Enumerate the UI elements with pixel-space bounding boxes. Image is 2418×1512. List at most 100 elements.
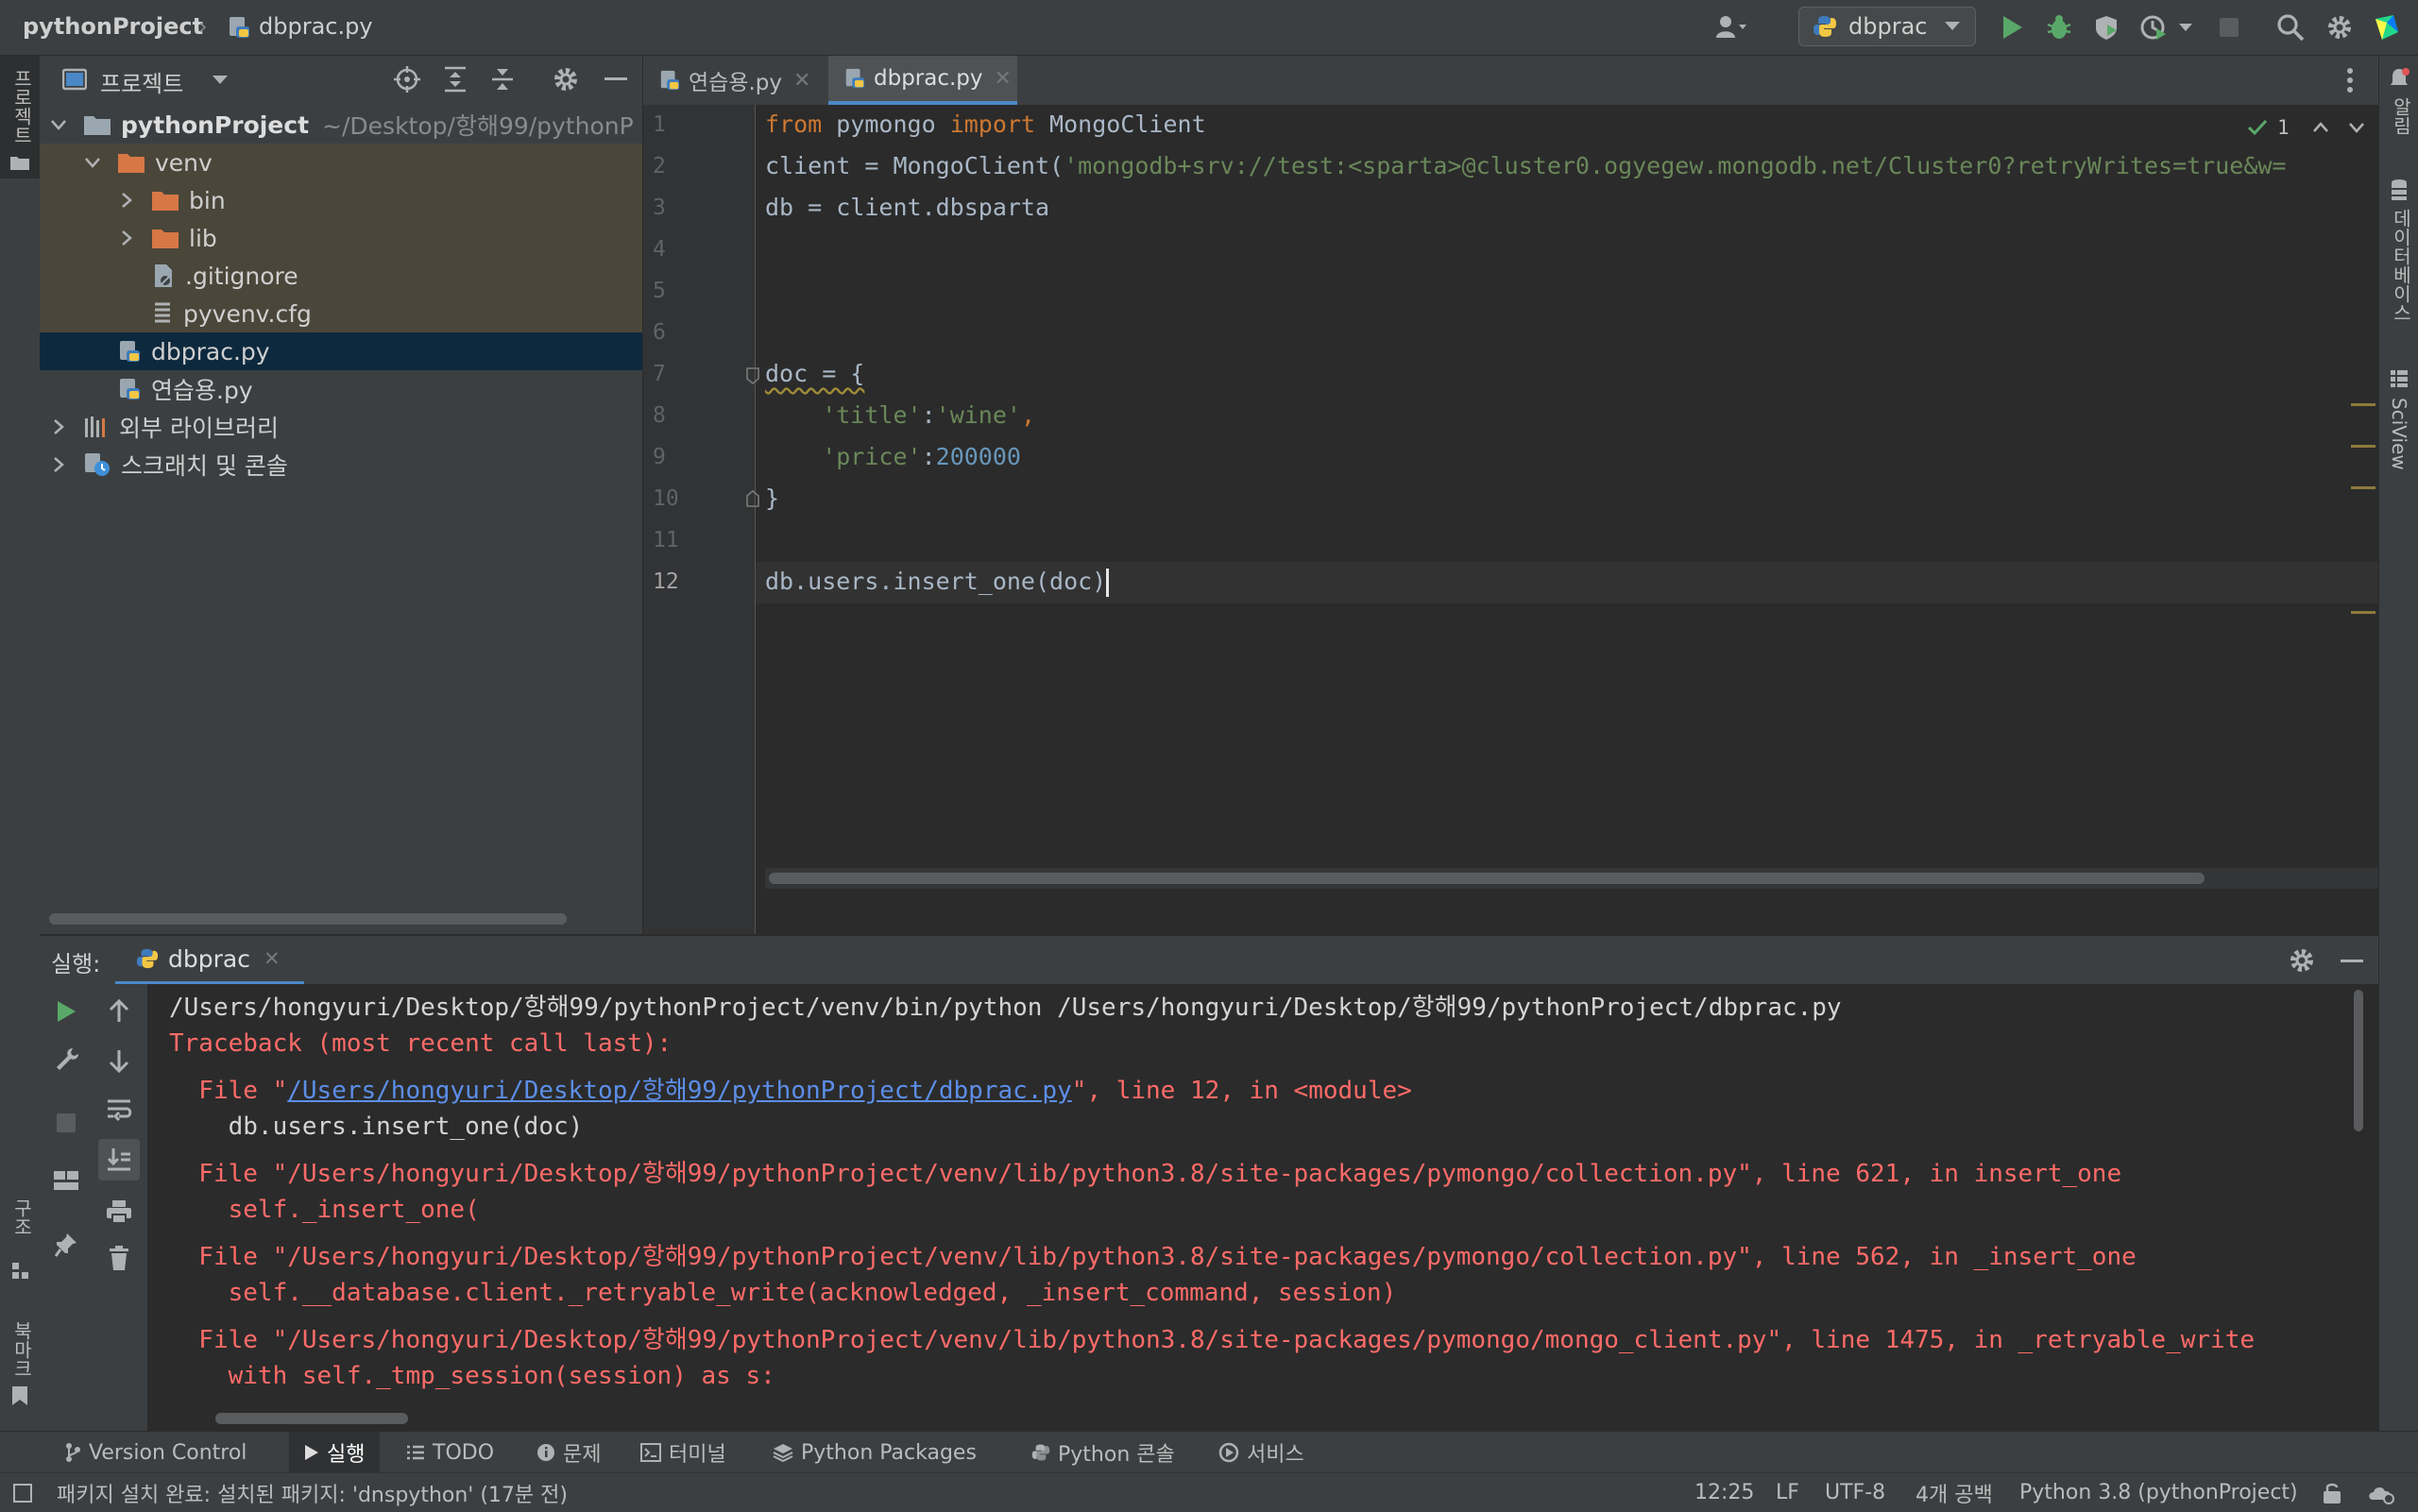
- tab-python-console[interactable]: Python 콘솔: [1031, 1432, 1175, 1473]
- tree-item-practice[interactable]: 연습용.py: [40, 370, 642, 408]
- right-tool-strip: 알림 데이터베이스 SciView: [2378, 56, 2418, 1431]
- inspection-widget[interactable]: 1: [2247, 116, 2365, 139]
- chevron-down-icon[interactable]: [2348, 122, 2365, 133]
- editor-tabs-bar: 연습용.py ✕ dbprac.py ✕: [643, 56, 2378, 106]
- tree-item-dbprac[interactable]: dbprac.py: [40, 332, 642, 370]
- hide-panel-minus-icon[interactable]: [2341, 959, 2363, 964]
- jetbrains-logo-icon[interactable]: [2371, 11, 2403, 43]
- breadcrumb-project[interactable]: pythonProject: [23, 13, 203, 40]
- search-icon[interactable]: [2274, 11, 2307, 43]
- chevron-up-icon[interactable]: [2312, 122, 2329, 133]
- line-number: 2: [653, 154, 666, 178]
- project-panel-title[interactable]: 프로젝트: [100, 65, 183, 98]
- warning-stripe-mark[interactable]: [2351, 403, 2375, 406]
- warning-stripe-mark[interactable]: [2351, 486, 2375, 489]
- tab-run[interactable]: 실행: [289, 1432, 381, 1473]
- tree-item-pyvenv[interactable]: pyvenv.cfg: [40, 295, 642, 332]
- lock-icon[interactable]: [2322, 1482, 2342, 1504]
- expand-all-icon[interactable]: [442, 65, 468, 93]
- close-tab-icon[interactable]: ✕: [793, 69, 810, 93]
- tree-item-gitignore[interactable]: .gitignore: [40, 257, 642, 295]
- tab-practice[interactable]: 연습용.py ✕: [643, 56, 828, 105]
- python-file-icon: [117, 377, 142, 401]
- editor-horizontal-scrollbar[interactable]: [769, 873, 2205, 884]
- caret-position[interactable]: 12:25: [1694, 1473, 1754, 1512]
- fold-marker-icon[interactable]: [745, 367, 760, 384]
- tab-label: 연습용.py: [689, 71, 783, 95]
- file-link[interactable]: /Users/hongyuri/Desktop/항해99/pythonProje…: [287, 1077, 1072, 1105]
- console-horizontal-scroll-track: [172, 1411, 2344, 1426]
- console-line: self.__database.client._retryable_write(…: [169, 1279, 1397, 1307]
- tree-item-bin[interactable]: bin: [40, 181, 642, 219]
- folder-icon: [151, 189, 179, 212]
- locate-target-icon[interactable]: [393, 65, 421, 93]
- database-tool-button[interactable]: 데이터베이스: [2379, 177, 2418, 394]
- tree-item-label: 연습용.py: [151, 377, 253, 404]
- tab-dbprac[interactable]: dbprac.py ✕: [828, 56, 1017, 105]
- run-config-selector[interactable]: dbprac: [1798, 7, 1976, 46]
- tab-python-packages[interactable]: Python Packages: [773, 1432, 977, 1473]
- warning-stripe-mark[interactable]: [2351, 445, 2375, 448]
- run-settings-gear-icon[interactable]: [2288, 946, 2316, 975]
- run-icon[interactable]: [1996, 11, 2028, 43]
- console-vertical-scrollbar[interactable]: [2354, 990, 2363, 1131]
- line-number: 9: [653, 445, 666, 469]
- tab-version-control[interactable]: Version Control: [64, 1432, 247, 1473]
- console-line: with self._tmp_session(session) as s:: [169, 1362, 775, 1390]
- stop-icon[interactable]: [2213, 11, 2245, 43]
- database-icon: [2390, 178, 2409, 201]
- python-interpreter[interactable]: Python 3.8 (pythonProject): [2019, 1473, 2298, 1512]
- close-tab-icon[interactable]: ✕: [995, 67, 1012, 91]
- code-token: ,: [1020, 401, 1036, 429]
- project-horizontal-scrollbar[interactable]: [49, 913, 567, 925]
- panel-settings-gear-icon[interactable]: [552, 65, 580, 93]
- panel-toggle-icon[interactable]: [13, 1484, 32, 1503]
- code-token: import: [949, 110, 1035, 138]
- bookmarks-tool-button[interactable]: 북마크: [0, 1321, 40, 1425]
- console-horizontal-scrollbar[interactable]: [215, 1413, 408, 1424]
- tab-problems[interactable]: 문제: [536, 1432, 601, 1473]
- more-run-chevron-icon[interactable]: [2178, 23, 2193, 33]
- file-encoding[interactable]: UTF-8: [1825, 1473, 1885, 1512]
- indent-setting[interactable]: 4개 공백: [1916, 1473, 1993, 1512]
- status-message[interactable]: 패키지 설치 완료: 설치된 패키지: 'dnspython' (17분 전): [57, 1473, 568, 1512]
- python-icon: [1813, 14, 1837, 39]
- python-file-icon: [117, 339, 142, 364]
- code-token: 200000: [935, 443, 1021, 470]
- tree-item-scratches[interactable]: 스크래치 및 콘솔: [40, 446, 642, 484]
- user-icon[interactable]: [1714, 11, 1746, 43]
- view-dropdown-icon[interactable]: [212, 75, 229, 86]
- tree-item-lib[interactable]: lib: [40, 219, 642, 257]
- run-tab-dbprac[interactable]: dbprac ✕: [115, 936, 304, 985]
- settings-gear-icon[interactable]: [2324, 11, 2356, 43]
- tab-label: 실행: [327, 1443, 366, 1467]
- profile-icon[interactable]: [2137, 11, 2170, 43]
- tab-todo[interactable]: TODO: [406, 1432, 494, 1473]
- console-line: File "/Users/hongyuri/Desktop/항해99/pytho…: [169, 1326, 2255, 1354]
- code-token: :: [921, 443, 936, 470]
- line-separator[interactable]: LF: [1776, 1473, 1799, 1512]
- warning-stripe-mark[interactable]: [2351, 611, 2375, 614]
- collapse-all-icon[interactable]: [489, 65, 516, 93]
- notifications-tool-button[interactable]: 알림: [2379, 65, 2418, 169]
- debug-icon[interactable]: [2043, 11, 2075, 43]
- run-panel-body: /Users/hongyuri/Desktop/항해99/pythonProje…: [40, 984, 2378, 1431]
- tree-item-external-libraries[interactable]: 외부 라이브러리: [40, 408, 642, 446]
- hide-panel-minus-icon[interactable]: [604, 76, 627, 82]
- close-tab-icon[interactable]: ✕: [264, 947, 281, 970]
- tree-item-venv[interactable]: venv: [40, 144, 642, 181]
- tab-terminal[interactable]: 터미널: [640, 1432, 726, 1473]
- fold-marker-icon[interactable]: [745, 490, 760, 507]
- coverage-icon[interactable]: [2090, 11, 2122, 43]
- structure-tool-button[interactable]: 구조: [0, 1198, 40, 1302]
- background-tasks-icon[interactable]: [2367, 1481, 2395, 1505]
- code-editor[interactable]: 1 2 3 4 5 6 7 8 9 10 11 12 from pymongo …: [643, 105, 2378, 934]
- breadcrumb-file[interactable]: dbprac.py: [259, 13, 373, 40]
- line-number: 3: [653, 195, 666, 220]
- project-tool-button[interactable]: 프로젝트: [0, 56, 40, 178]
- console-output[interactable]: /Users/hongyuri/Desktop/항해99/pythonProje…: [40, 984, 2335, 1409]
- more-tabs-kebab-icon[interactable]: [2346, 67, 2354, 93]
- sciview-tool-button[interactable]: SciView: [2379, 367, 2418, 547]
- tree-item-root[interactable]: pythonProject ~/Desktop/항해99/pythonP: [40, 106, 642, 144]
- tab-services[interactable]: 서비스: [1218, 1432, 1304, 1473]
